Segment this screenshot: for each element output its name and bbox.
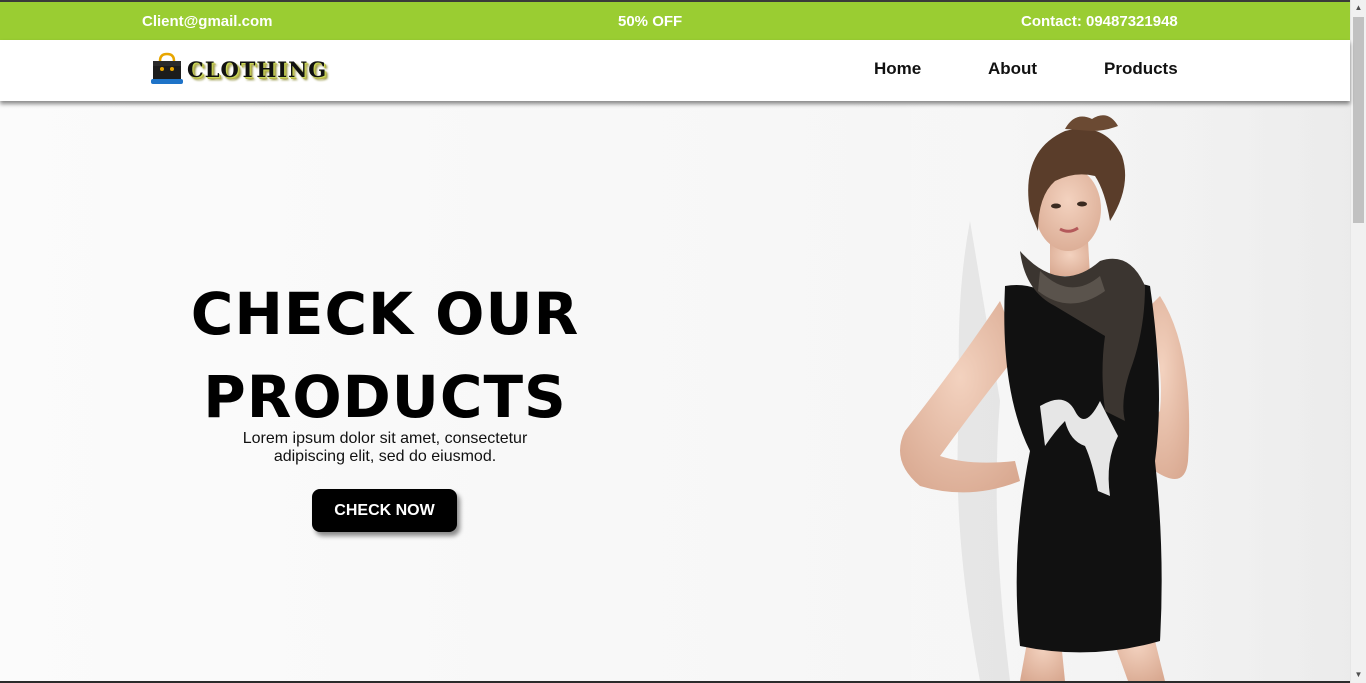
logo-text: CLOTHING [187,57,328,82]
hero-title-line-2: PRODUCTS [203,363,567,431]
hero-banner: CHECK OUR PRODUCTS Lorem ipsum dolor sit… [0,101,1350,681]
navbar: CLOTHING Home About Products [0,40,1350,101]
contact-phone[interactable]: Contact: 09487321948 [1021,13,1178,30]
nav-home[interactable]: Home [874,59,921,79]
contact-email[interactable]: Client@gmail.com [142,13,272,30]
nav-products[interactable]: Products [1104,59,1178,79]
scroll-thumb[interactable] [1353,17,1364,223]
site-logo[interactable]: CLOTHING [150,50,365,90]
hero-subtitle: Lorem ipsum dolor sit amet, consectetur … [225,430,545,466]
hero-title: CHECK OUR PRODUCTS [185,273,585,439]
scroll-down-arrow-icon[interactable]: ▼ [1351,667,1366,683]
top-info-bar: Client@gmail.com 50% OFF Contact: 094873… [0,0,1350,40]
vertical-scrollbar[interactable]: ▲ ▼ [1350,0,1366,683]
scroll-up-arrow-icon[interactable]: ▲ [1351,0,1366,16]
hero-subtitle-line-2: adipiscing elit, sed do eiusmod. [273,448,497,465]
hero-subtitle-line-1: Lorem ipsum dolor sit amet, consectetur [242,430,528,447]
shopping-bag-icon [151,52,183,84]
hero-title-line-1: CHECK OUR [190,280,580,348]
check-now-button[interactable]: CHECK NOW [312,489,457,532]
promo-text: 50% OFF [618,13,683,30]
hero-model-image [860,101,1350,681]
nav-about[interactable]: About [988,59,1037,79]
